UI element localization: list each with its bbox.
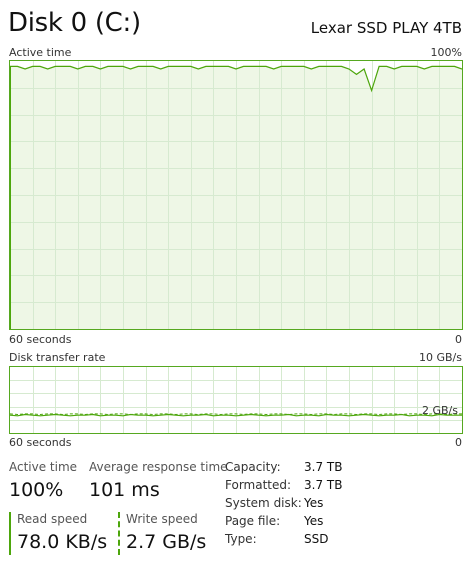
- property-key: Capacity:: [225, 460, 281, 474]
- active-time-min-label: 0: [455, 333, 462, 346]
- write-speed-label: Write speed: [126, 512, 198, 526]
- write-speed-indicator: [118, 512, 120, 555]
- property-value: 3.7 TB: [304, 460, 343, 474]
- transfer-graph: [9, 366, 463, 434]
- active-time-max-label: 100%: [430, 46, 462, 59]
- write-speed-value: 2.7 GB/s: [126, 531, 207, 553]
- active-time-stat-label: Active time: [9, 460, 78, 474]
- transfer-min-label: 0: [455, 436, 462, 449]
- property-row: Capacity: 3.7 TB: [225, 460, 375, 478]
- property-row: Page file: Yes: [225, 514, 375, 532]
- active-time-graph-label: Active time: [9, 46, 72, 59]
- property-row: Formatted: 3.7 TB: [225, 478, 375, 496]
- property-value: Yes: [304, 496, 324, 510]
- active-time-chart: [10, 61, 462, 329]
- read-speed-label: Read speed: [17, 512, 88, 526]
- property-key: Page file:: [225, 514, 281, 528]
- read-speed-indicator: [9, 512, 11, 555]
- active-time-graph: [9, 60, 463, 330]
- property-value: 3.7 TB: [304, 478, 343, 492]
- disk-model: Lexar SSD PLAY 4TB: [310, 19, 462, 37]
- property-key: System disk:: [225, 496, 302, 510]
- disk-title: Disk 0 (C:): [8, 8, 141, 38]
- transfer-max-label: 10 GB/s: [418, 351, 462, 364]
- transfer-graph-label: Disk transfer rate: [9, 351, 106, 364]
- active-time-time-label: 60 seconds: [9, 333, 72, 346]
- transfer-time-label: 60 seconds: [9, 436, 72, 449]
- transfer-chart: [10, 367, 462, 433]
- read-speed-value: 78.0 KB/s: [17, 531, 108, 553]
- active-time-stat-value: 100%: [9, 479, 64, 501]
- property-key: Formatted:: [225, 478, 292, 492]
- property-value: Yes: [304, 514, 324, 528]
- property-key: Type:: [225, 532, 257, 546]
- avg-response-stat-value: 101 ms: [89, 479, 160, 501]
- properties-table: Capacity: 3.7 TB Formatted: 3.7 TB Syste…: [225, 460, 375, 550]
- avg-response-stat-label: Average response time: [89, 460, 228, 474]
- property-row: System disk: Yes: [225, 496, 375, 514]
- transfer-mid-label: 2 GB/s: [421, 404, 458, 417]
- property-row: Type: SSD: [225, 532, 375, 550]
- property-value: SSD: [304, 532, 329, 546]
